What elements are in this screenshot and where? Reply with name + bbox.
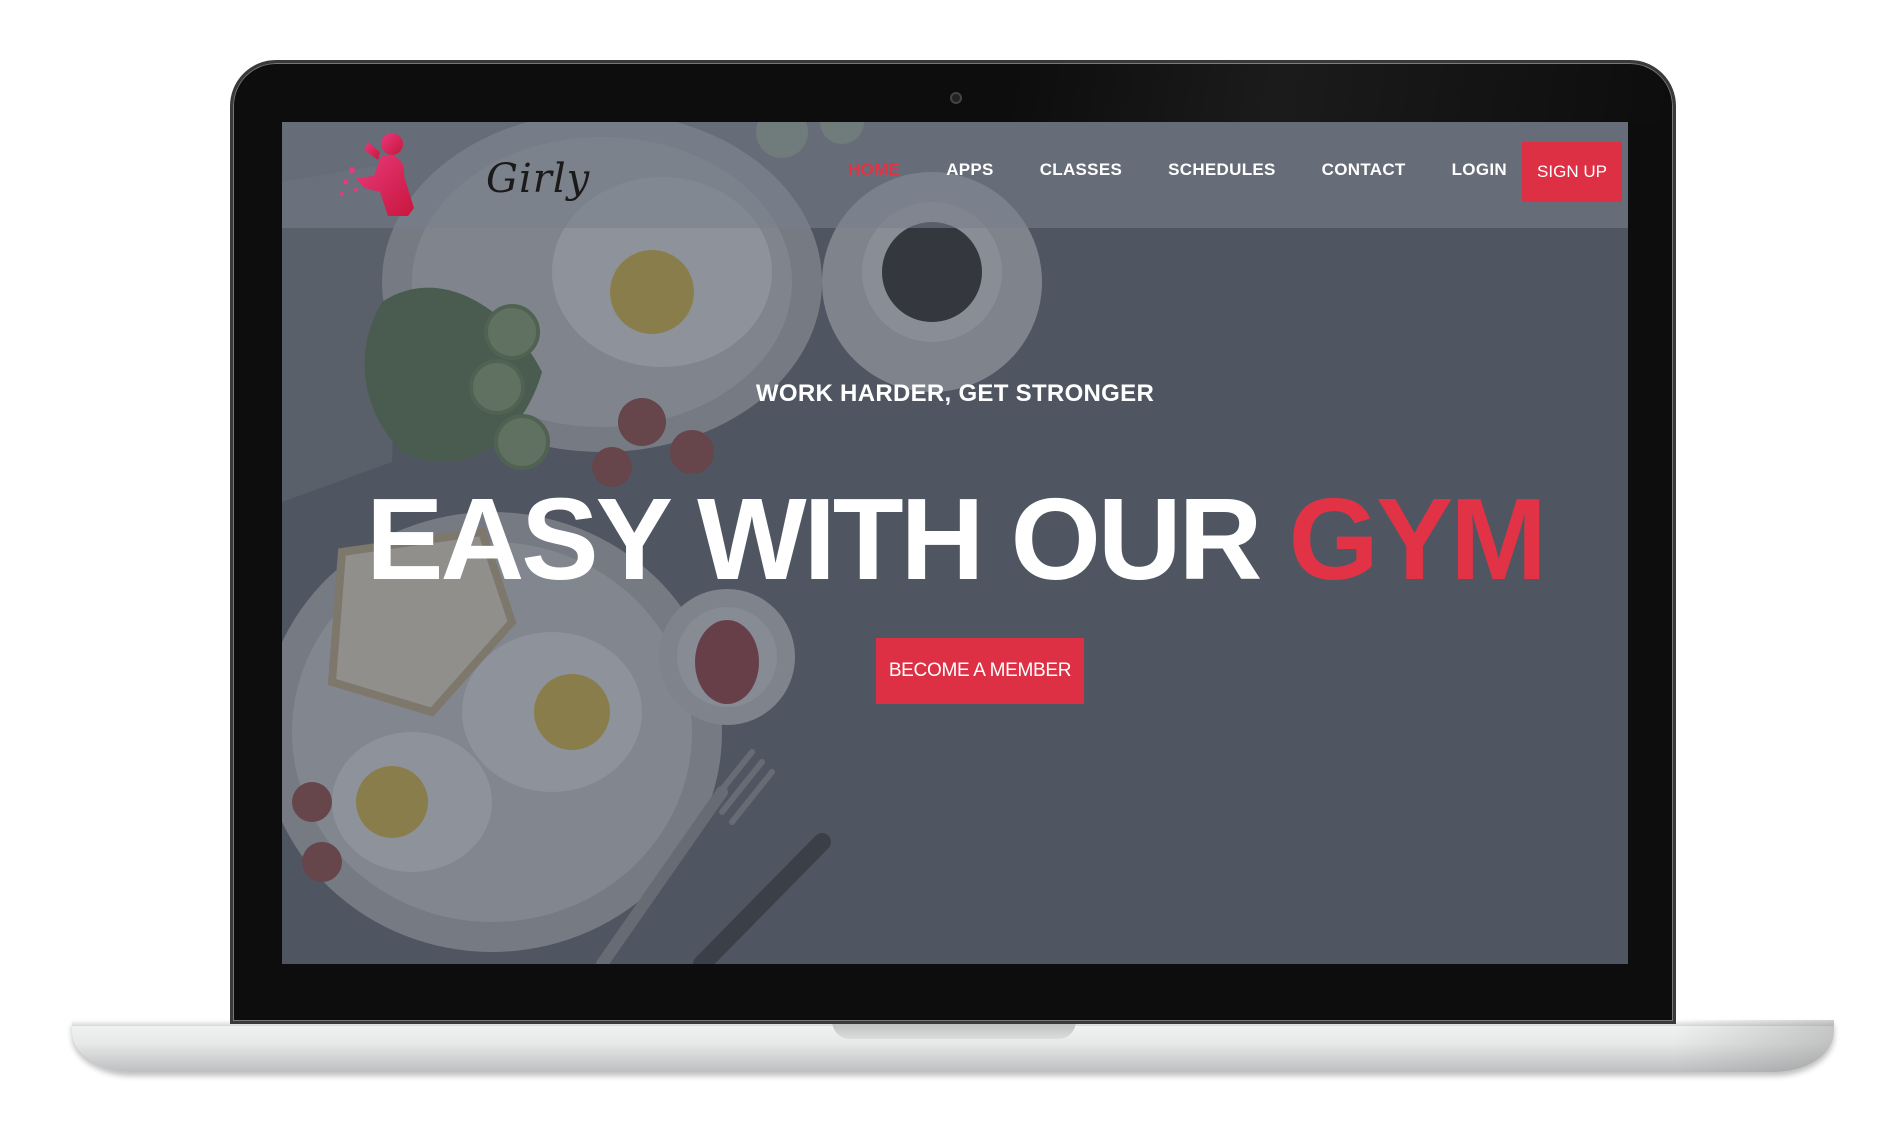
nav-item-contact[interactable]: CONTACT — [1322, 160, 1406, 180]
brand-name: Girly — [486, 156, 591, 202]
nav-item-home[interactable]: HOME — [848, 160, 900, 180]
camera-icon — [950, 92, 962, 104]
signup-button[interactable]: SIGN UP — [1522, 142, 1622, 202]
laptop-base-shade-right — [1674, 1020, 1834, 1072]
nav-item-schedules[interactable]: SCHEDULES — [1168, 160, 1276, 180]
website-screen: Girly HOME APPS CLASSES SCHEDULES CONTAC… — [282, 122, 1628, 964]
brand-logo[interactable]: Girly — [334, 130, 589, 222]
hero-headline: EASY WITH OUR GYM — [282, 474, 1628, 604]
laptop-mockup: Girly HOME APPS CLASSES SCHEDULES CONTAC… — [0, 0, 1895, 1139]
top-navbar: Girly HOME APPS CLASSES SCHEDULES CONTAC… — [282, 122, 1628, 228]
become-member-button[interactable]: BECOME A MEMBER — [876, 638, 1084, 704]
lid-reflection — [1013, 63, 1673, 123]
nav-item-classes[interactable]: CLASSES — [1040, 160, 1122, 180]
headline-main-text: EASY WITH OUR — [366, 474, 1289, 604]
nav-item-login[interactable]: LOGIN — [1452, 160, 1507, 180]
headline-accent-text: GYM — [1288, 474, 1547, 604]
woman-figure-icon — [340, 133, 414, 216]
nav-menu: HOME APPS CLASSES SCHEDULES CONTACT LOGI… — [848, 160, 1507, 180]
hero-tagline: WORK HARDER, GET STRONGER — [755, 380, 1155, 407]
nav-item-apps[interactable]: APPS — [946, 160, 994, 180]
